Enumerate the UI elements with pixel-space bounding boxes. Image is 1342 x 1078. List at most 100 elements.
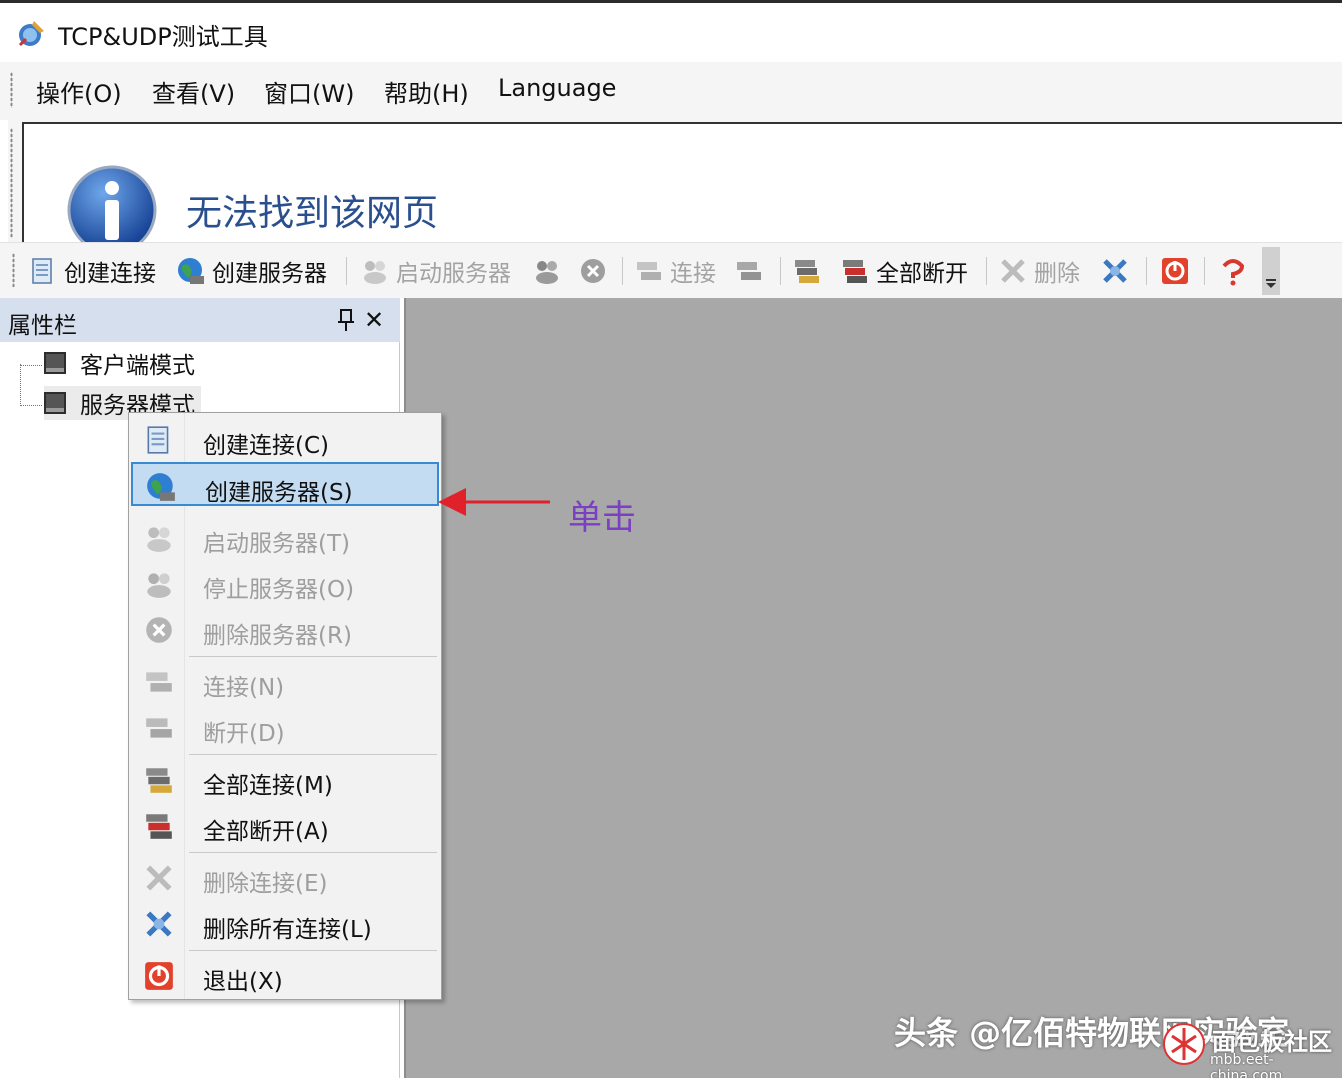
disconnect-button[interactable] — [734, 255, 770, 287]
menu-item-label: 删除服务器(R) — [203, 623, 352, 649]
tree-connector — [20, 364, 42, 366]
browser-area: 无法找到该网页 — [8, 120, 1342, 255]
node-icon — [44, 392, 66, 414]
menu-separator — [189, 852, 437, 853]
menu-item-label: 创建服务器(S) — [205, 480, 353, 506]
window-title: TCP&UDP测试工具 — [58, 23, 268, 51]
connect-icon — [146, 672, 172, 692]
menu-start-server[interactable]: 启动服务器(T) — [131, 515, 439, 559]
menu-disconnect[interactable]: 断开(D) — [131, 705, 439, 749]
browser-grip — [10, 128, 13, 238]
disconnect-all-button[interactable]: 全部断开 — [840, 255, 968, 287]
menu-item-label: 停止服务器(O) — [203, 577, 355, 603]
delete-all-connections-button[interactable] — [1100, 255, 1136, 287]
page-not-found-message: 无法找到该网页 — [186, 193, 439, 234]
menu-bar: 操作(O) 查看(V) 窗口(W) 帮助(H) Language — [0, 62, 1342, 120]
start-server-button[interactable]: 启动服务器 — [360, 255, 511, 287]
tree-item-client-mode[interactable]: 客户端模式 — [44, 346, 195, 380]
menu-item-label: 连接(N) — [203, 675, 285, 701]
delete-connection-button[interactable]: 删除 — [998, 255, 1080, 287]
delete-circle-icon — [581, 259, 605, 283]
start-server-icon — [147, 527, 171, 552]
annotation-arrow — [438, 488, 550, 516]
start-server-label: 启动服务器 — [396, 261, 511, 287]
create-server-label: 创建服务器 — [212, 261, 327, 287]
menubar-grip[interactable] — [10, 72, 13, 108]
panel-title: 属性栏 — [8, 313, 77, 339]
menu-item-label: 全部连接(M) — [203, 773, 333, 799]
toolbar-separator — [622, 257, 623, 285]
connect-all-icon — [146, 768, 172, 793]
menu-operate[interactable]: 操作(O) — [36, 74, 122, 109]
globe-icon — [147, 473, 175, 501]
toolbar: 创建连接 创建服务器 启动服务器 连接 全部断开 删除 — [0, 242, 1342, 298]
panel-header: 属性栏 ✕ — [0, 298, 400, 342]
menu-language[interactable]: Language — [498, 74, 616, 102]
disconnect-all-label: 全部断开 — [876, 261, 968, 287]
start-server-icon — [364, 261, 386, 284]
disconnect-icon — [737, 262, 761, 280]
stop-server-icon — [147, 573, 171, 598]
toolbar-grip[interactable] — [12, 253, 15, 287]
node-icon — [44, 352, 66, 374]
delete-server-button[interactable] — [578, 255, 614, 287]
delete-x-icon — [1001, 259, 1025, 283]
connect-all-button[interactable] — [792, 255, 828, 287]
menu-stop-server[interactable]: 停止服务器(O) — [131, 561, 439, 605]
exit-button[interactable] — [1160, 255, 1196, 287]
help-icon — [1222, 259, 1245, 286]
menu-item-label: 断开(D) — [203, 721, 285, 747]
pin-icon[interactable] — [336, 308, 356, 332]
menu-item-label: 全部断开(A) — [203, 819, 329, 845]
menu-delete-server[interactable]: 删除服务器(R) — [131, 607, 439, 651]
create-connection-button[interactable]: 创建连接 — [28, 255, 156, 287]
delete-all-icon — [146, 911, 172, 937]
delete-x-icon — [146, 865, 172, 891]
menu-separator — [189, 950, 437, 951]
site-logo-icon — [1163, 1023, 1205, 1065]
chevron-down-icon — [1266, 279, 1276, 288]
menu-item-label: 删除所有连接(L) — [203, 917, 372, 943]
menu-connect-all[interactable]: 全部连接(M) — [131, 757, 439, 801]
toolbar-separator — [780, 257, 781, 285]
exit-icon — [145, 962, 173, 990]
menu-delete-connection[interactable]: 删除连接(E) — [131, 855, 439, 899]
toolbar-overflow-button[interactable] — [1262, 247, 1280, 295]
disconnect-all-icon — [146, 814, 172, 839]
create-connection-label: 创建连接 — [64, 261, 156, 287]
connect-label: 连接 — [670, 261, 716, 287]
menu-help[interactable]: 帮助(H) — [384, 74, 469, 109]
menu-connect[interactable]: 连接(N) — [131, 659, 439, 703]
connect-all-icon — [795, 260, 819, 283]
annotation-text: 单击 — [568, 498, 636, 538]
menu-item-label: 创建连接(C) — [203, 433, 330, 459]
menu-item-label: 删除连接(E) — [203, 871, 328, 897]
context-menu: 创建连接(C) 创建服务器(S) 启动服务器(T) 停止服务器(O) 删除服务器… — [128, 412, 442, 1000]
menu-view[interactable]: 查看(V) — [152, 74, 235, 109]
menu-create-server[interactable]: 创建服务器(S) — [131, 462, 439, 506]
delete-circle-icon — [146, 617, 172, 643]
menu-delete-all-connections[interactable]: 删除所有连接(L) — [131, 901, 439, 945]
exit-icon — [1162, 258, 1188, 284]
panel-close-button[interactable]: ✕ — [364, 306, 384, 334]
toolbar-separator — [1204, 257, 1205, 285]
menu-separator — [189, 754, 437, 755]
disconnect-all-icon — [843, 260, 867, 283]
menu-item-label: 退出(X) — [203, 969, 283, 995]
disconnect-icon — [146, 718, 172, 738]
menu-exit[interactable]: 退出(X) — [131, 953, 439, 997]
watermark-site-url: mbb.eet-china.com — [1210, 1052, 1283, 1078]
menu-separator — [189, 656, 437, 657]
menu-create-connection[interactable]: 创建连接(C) — [131, 417, 439, 461]
stop-server-icon — [536, 261, 558, 284]
menu-disconnect-all[interactable]: 全部断开(A) — [131, 803, 439, 847]
stop-server-button[interactable] — [532, 255, 568, 287]
globe-icon — [178, 258, 204, 284]
new-document-icon — [147, 426, 169, 454]
menu-window[interactable]: 窗口(W) — [264, 74, 354, 109]
tree-connector — [20, 364, 42, 406]
workspace-area[interactable] — [404, 298, 1342, 1078]
connect-button[interactable]: 连接 — [634, 255, 716, 287]
create-server-button[interactable]: 创建服务器 — [176, 255, 327, 287]
help-button[interactable] — [1218, 255, 1254, 287]
